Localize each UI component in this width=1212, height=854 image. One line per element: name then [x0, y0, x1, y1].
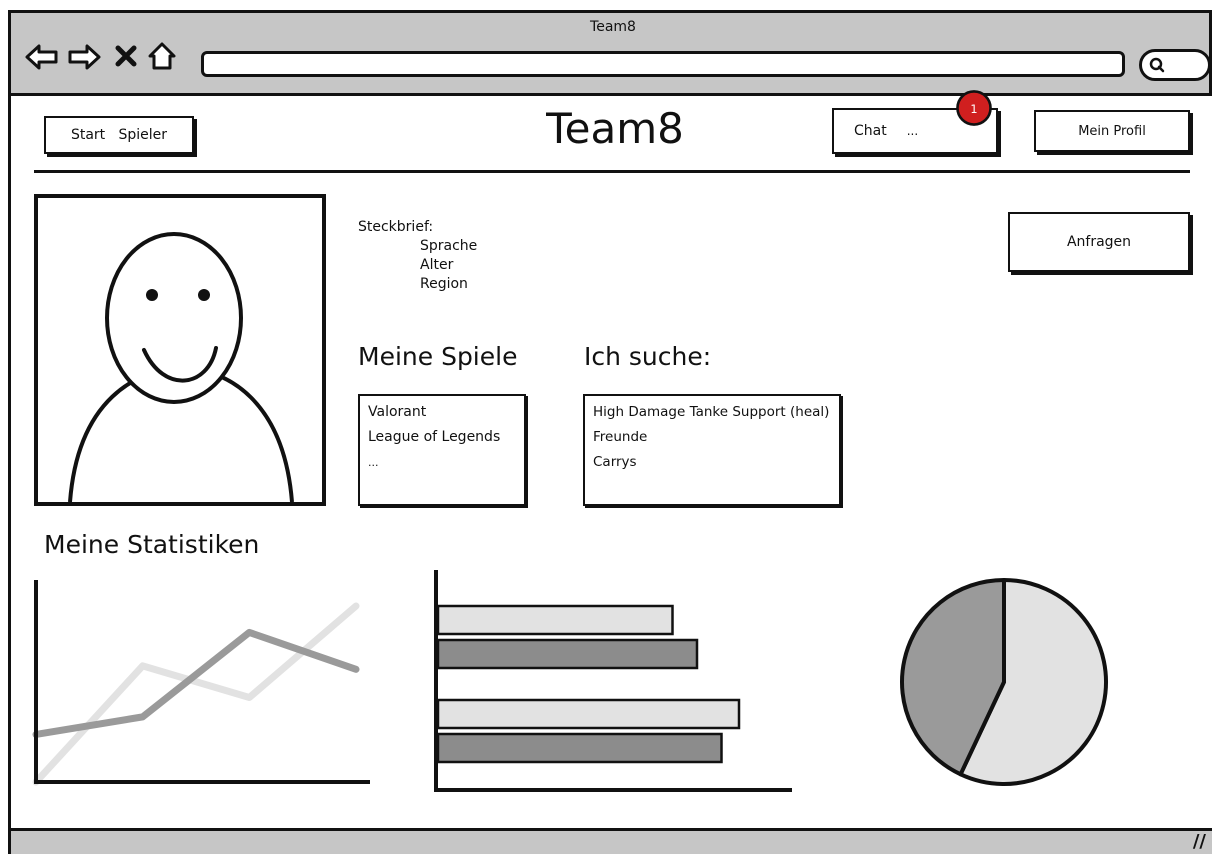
- profile-field-region: Region: [420, 276, 468, 292]
- header-divider: [34, 170, 1190, 173]
- bar-1: [436, 604, 674, 636]
- avatar-frame: [34, 194, 326, 506]
- profile-field-language: Sprache: [420, 238, 478, 254]
- line-point: [248, 697, 250, 699]
- browser-toolbar: Team8: [8, 10, 1212, 96]
- profile-field-age: Alter: [420, 257, 454, 273]
- status-bar: //: [8, 828, 1212, 854]
- list-item[interactable]: ...: [368, 450, 516, 475]
- line-point: [355, 605, 357, 607]
- chat-preview: ...: [906, 124, 919, 138]
- list-item[interactable]: Freunde: [593, 425, 831, 450]
- avatar-icon: [68, 232, 294, 502]
- back-arrow-icon[interactable]: [25, 43, 59, 71]
- bar-3: [436, 698, 741, 730]
- notification-badge[interactable]: 1: [954, 88, 994, 128]
- line-point: [142, 716, 144, 718]
- bar-2: [436, 638, 699, 670]
- line-chart: [32, 580, 370, 786]
- page-title: Team8: [546, 104, 684, 153]
- forward-arrow-icon[interactable]: [67, 43, 101, 71]
- stats-heading: Meine Statistiken: [44, 530, 260, 559]
- games-list: Valorant League of Legends ...: [358, 394, 526, 506]
- search-icon: [1149, 57, 1165, 73]
- line-point: [142, 665, 144, 667]
- list-item[interactable]: League of Legends: [368, 425, 516, 450]
- bar-4: [436, 732, 723, 764]
- list-item[interactable]: High Damage Tanke Support (heal): [593, 400, 831, 425]
- badge-count: 1: [970, 103, 977, 116]
- home-icon[interactable]: [147, 41, 177, 71]
- close-x-icon[interactable]: [115, 45, 137, 67]
- line-series-1: [32, 602, 360, 786]
- my-profile-button[interactable]: Mein Profil: [1034, 110, 1190, 152]
- pie-chart: [900, 578, 1108, 786]
- profile-card: Steckbrief: Sprache Alter Region: [358, 218, 477, 294]
- address-bar[interactable]: [201, 51, 1125, 77]
- line-point: [355, 668, 357, 670]
- looking-for-list: High Damage Tanke Support (heal) Freunde…: [583, 394, 841, 506]
- games-heading: Meine Spiele: [358, 342, 518, 371]
- nav-start-spieler[interactable]: Start Spieler: [44, 116, 194, 154]
- search-button[interactable]: [1139, 49, 1211, 81]
- list-item[interactable]: Valorant: [368, 400, 516, 425]
- browser-window: Team8 Start Spieler Team8 Chat ... 1 Mei…: [0, 0, 1212, 854]
- resize-grip-icon[interactable]: //: [1193, 831, 1206, 852]
- looking-for-heading: Ich suche:: [584, 342, 712, 371]
- profile-card-title: Steckbrief:: [358, 219, 434, 235]
- chat-label: Chat: [854, 123, 887, 139]
- request-button[interactable]: Anfragen: [1008, 212, 1190, 272]
- window-title: Team8: [590, 19, 636, 35]
- line-point: [248, 631, 250, 633]
- bar-chart: [434, 570, 792, 792]
- list-item[interactable]: Carrys: [593, 450, 831, 475]
